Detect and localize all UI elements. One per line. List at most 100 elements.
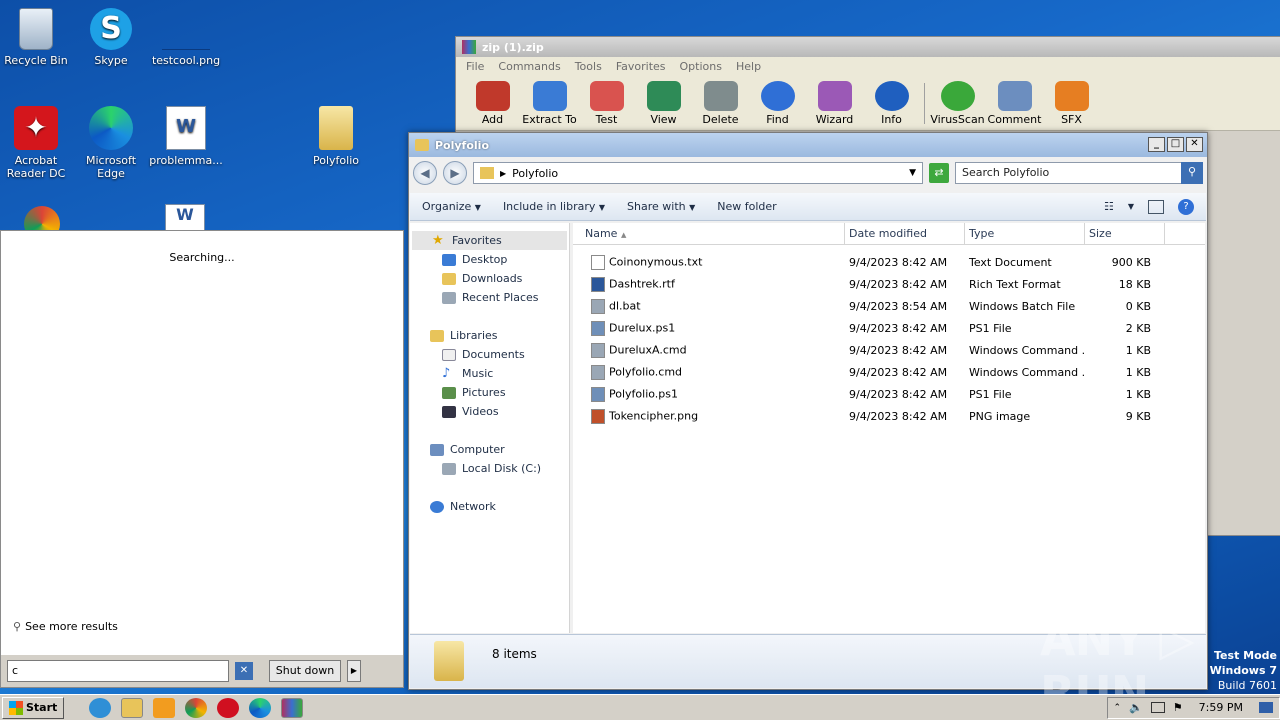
breadcrumb-arrow-icon[interactable]: ▶	[500, 169, 506, 178]
back-button[interactable]: ◀	[413, 161, 437, 185]
action-center-flag-icon[interactable]: ⚑	[1173, 701, 1183, 714]
file-date-cell: 9/4/2023 8:42 AM	[849, 255, 948, 269]
preview-pane-icon[interactable]	[1148, 199, 1164, 214]
desktop-icon-acrobat[interactable]: ✦ Acrobat Reader DC	[0, 106, 76, 180]
nav-recent-places[interactable]: Recent Places	[410, 288, 569, 307]
button-label: Test	[595, 113, 618, 126]
extract-to-button[interactable]: Extract To	[521, 81, 578, 126]
delete-button[interactable]: Delete	[692, 81, 749, 126]
menu-file[interactable]: File	[466, 60, 484, 74]
table-row[interactable]: Coinonymous.txt 9/4/2023 8:42 AM Text Docu…	[573, 251, 1205, 273]
table-row[interactable]: Polyfolio.ps1 9/4/2023 8:42 AM PS1 File 1 K…	[573, 383, 1205, 405]
chrome-icon[interactable]	[185, 697, 208, 718]
media-player-icon[interactable]	[153, 697, 176, 718]
see-more-results-link[interactable]: ⚲ See more results	[13, 620, 118, 633]
column-header-type[interactable]: Type	[965, 223, 1085, 244]
find-button[interactable]: Find	[749, 81, 806, 126]
share-with-button[interactable]: Share with ▼	[627, 200, 695, 213]
nav-desktop[interactable]: Desktop	[410, 250, 569, 269]
network-tray-icon[interactable]	[1150, 702, 1165, 713]
search-icon[interactable]: ⚲	[1181, 162, 1203, 184]
test-button[interactable]: Test	[578, 81, 635, 126]
address-bar[interactable]: ▶ Polyfolio ▼	[473, 162, 923, 184]
nav-videos[interactable]: Videos	[410, 402, 569, 421]
winrar-title-bar[interactable]: zip (1).zip	[456, 37, 1280, 57]
nav-documents[interactable]: Documents	[410, 345, 569, 364]
table-row[interactable]: DureluxA.cmd 9/4/2023 8:42 AM Windows Comm…	[573, 339, 1205, 361]
explorer-title-bar[interactable]: Polyfolio	[409, 133, 1207, 157]
nav-music[interactable]: ♪ Music	[410, 364, 569, 383]
wizard-button[interactable]: Wizard	[806, 81, 863, 126]
nav-label: Music	[462, 367, 494, 380]
address-dropdown-icon[interactable]: ▼	[909, 168, 916, 178]
help-icon[interactable]: ?	[1178, 198, 1194, 215]
edge-icon[interactable]	[249, 697, 272, 718]
new-folder-button[interactable]: New folder	[717, 200, 776, 213]
nav-libraries[interactable]: Libraries	[410, 326, 569, 345]
start-search-input[interactable]: c	[7, 660, 229, 682]
table-row[interactable]: Tokencipher.png 9/4/2023 8:42 AM PNG image…	[573, 405, 1205, 427]
chevron-down-icon[interactable]: ▼	[1128, 202, 1134, 211]
search-input[interactable]: Search Polyfolio ⚲	[955, 162, 1203, 184]
shutdown-button[interactable]: Shut down	[269, 660, 341, 682]
desktop-icon-testcool[interactable]: testcool.png	[146, 8, 226, 67]
refresh-button[interactable]: ⇄	[929, 163, 949, 183]
explorer-window[interactable]: Polyfolio _ □ ✕ ◀ ▶ ▶ Polyfolio ▼ ⇄ Sear…	[408, 132, 1208, 690]
show-desktop-icon[interactable]	[1259, 702, 1273, 713]
internet-explorer-icon[interactable]	[89, 697, 112, 718]
test-icon	[589, 81, 624, 111]
clear-search-button[interactable]: ✕	[235, 662, 253, 680]
nav-label: Pictures	[462, 386, 506, 399]
file-name: dl.bat	[609, 299, 641, 312]
column-header-date[interactable]: Date modified	[845, 223, 965, 244]
winrar-taskbar-icon[interactable]	[281, 697, 304, 718]
desktop-icon-problemma[interactable]: W problemma...	[146, 106, 226, 167]
desktop-icon-skype[interactable]: S Skype	[71, 8, 151, 67]
start-button[interactable]: Start	[2, 696, 65, 719]
close-button[interactable]: ✕	[1186, 137, 1203, 152]
nav-downloads[interactable]: Downloads	[410, 269, 569, 288]
menu-favorites[interactable]: Favorites	[616, 60, 666, 74]
nav-pictures[interactable]: Pictures	[410, 383, 569, 402]
table-row[interactable]: Dashtrek.rtf 9/4/2023 8:42 AM Rich Text Fo…	[573, 273, 1205, 295]
menu-options[interactable]: Options	[680, 60, 722, 74]
include-in-library-button[interactable]: Include in library ▼	[503, 200, 605, 213]
desktop-icon-recycle-bin[interactable]: Recycle Bin	[0, 8, 76, 67]
opera-icon[interactable]	[217, 697, 240, 718]
explorer-taskbar-icon[interactable]	[121, 697, 144, 718]
menu-commands[interactable]: Commands	[498, 60, 560, 74]
organize-button[interactable]: Organize ▼	[422, 200, 481, 213]
nav-local-disk[interactable]: Local Disk (C:)	[410, 459, 569, 478]
sort-ascending-icon: ▲	[620, 231, 627, 239]
volume-icon[interactable]: 🔈	[1129, 701, 1143, 714]
show-hidden-icons-icon[interactable]: ⌃	[1114, 703, 1122, 713]
shutdown-options-button[interactable]: ▶	[347, 660, 361, 682]
column-header-name[interactable]: Name ▲	[573, 223, 845, 244]
view-options-icon[interactable]: ☷	[1104, 200, 1114, 213]
add-button[interactable]: Add	[464, 81, 521, 126]
table-row[interactable]: Polyfolio.cmd 9/4/2023 8:42 AM Windows Com…	[573, 361, 1205, 383]
table-row[interactable]: dl.bat 9/4/2023 8:54 AM Windows Batch File…	[573, 295, 1205, 317]
desktop-icon-polyfolio[interactable]: Polyfolio	[296, 106, 376, 167]
music-icon: ♪	[442, 365, 451, 381]
table-row[interactable]: Durelux.ps1 9/4/2023 8:42 AM PS1 File 2 KB	[573, 317, 1205, 339]
forward-button[interactable]: ▶	[443, 161, 467, 185]
minimize-button[interactable]: _	[1148, 137, 1165, 152]
info-button[interactable]: Info	[863, 81, 920, 126]
virusscan-button[interactable]: VirusScan	[929, 81, 986, 126]
view-button[interactable]: View	[635, 81, 692, 126]
menu-tools[interactable]: Tools	[575, 60, 602, 74]
button-label: Comment	[987, 113, 1042, 126]
clock[interactable]: 7:59 PM	[1199, 701, 1243, 714]
breadcrumb[interactable]: Polyfolio	[512, 167, 558, 180]
nav-favorites[interactable]: ★ Favorites	[412, 231, 567, 250]
nav-network[interactable]: Network	[410, 497, 569, 516]
sfx-button[interactable]: SFX	[1043, 81, 1100, 126]
maximize-button[interactable]: □	[1167, 137, 1184, 152]
nav-computer[interactable]: Computer	[410, 440, 569, 459]
desktop-icon-edge[interactable]: Microsoft Edge	[71, 106, 151, 180]
column-header-size[interactable]: Size	[1085, 223, 1165, 244]
comment-button[interactable]: Comment	[986, 81, 1043, 126]
nav-label: Local Disk (C:)	[462, 462, 542, 475]
menu-help[interactable]: Help	[736, 60, 761, 74]
